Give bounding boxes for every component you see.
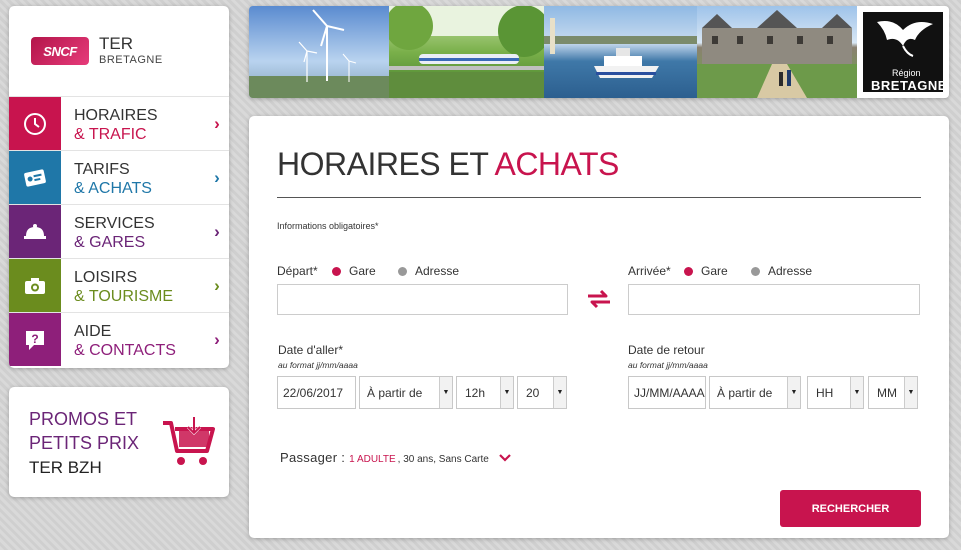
svg-text:?: ?: [31, 332, 38, 346]
return-date-hint: au format jj/mm/aaaa: [628, 360, 708, 370]
ermine-bird-icon: [877, 21, 933, 57]
field-value: 22/06/2017: [283, 385, 344, 400]
dropdown-arrow-icon: ▼: [439, 377, 452, 408]
radio-selected-icon: [684, 266, 693, 276]
outbound-mode-select[interactable]: À partir de ▼: [359, 376, 453, 409]
chevron-right-icon: ›: [214, 221, 220, 241]
return-hour-select[interactable]: HH ▼: [807, 376, 864, 409]
nav-item-tarifs-achats[interactable]: TARIFS & ACHATS ›: [9, 150, 229, 204]
nav-label-line1: HORAIRES: [74, 107, 158, 124]
nav-label-line2: & CONTACTS: [74, 342, 176, 359]
radio-label: Adresse: [415, 264, 460, 278]
region-logo-big-text: BRETAGNE: [871, 78, 947, 93]
radio-unselected-icon: [398, 266, 407, 276]
nav-item-services-gares[interactable]: SERVICES & GARES ›: [9, 204, 229, 258]
passenger-count: 1 ADULTE: [349, 454, 396, 465]
promo-card[interactable]: PROMOS ET PETITS PRIX TER BZH: [9, 387, 229, 497]
field-value: MM: [877, 385, 897, 400]
return-mode-select[interactable]: À partir de ▼: [709, 376, 801, 409]
departure-label: Départ*: [277, 264, 318, 278]
page-title: HORAIRES ET ACHATS: [277, 146, 619, 183]
nav-label-line2: & GARES: [74, 234, 146, 251]
departure-input[interactable]: [277, 284, 568, 315]
dropdown-arrow-icon: ▼: [553, 377, 566, 408]
arrival-label: Arrivée*: [628, 264, 671, 278]
title-divider: [277, 197, 921, 198]
ticket-icon: [9, 151, 61, 204]
field-value: JJ/MM/AAAA: [634, 385, 705, 400]
nav-label-line2: & ACHATS: [74, 180, 152, 197]
return-minute-select[interactable]: MM ▼: [868, 376, 918, 409]
search-form-card: HORAIRES ET ACHATS Informations obligato…: [249, 116, 949, 538]
return-date-input[interactable]: JJ/MM/AAAA: [628, 376, 706, 409]
chevron-right-icon: ›: [214, 275, 220, 295]
page-title-accent: ACHATS: [494, 146, 619, 182]
passenger-label: Passager :: [280, 450, 346, 465]
outbound-date-input[interactable]: 22/06/2017: [277, 376, 356, 409]
dropdown-arrow-icon: ▼: [787, 377, 800, 408]
page-title-part1: HORAIRES ET: [277, 146, 488, 182]
arrival-adresse-radio[interactable]: Adresse: [751, 264, 812, 278]
nav-item-horaires-trafic[interactable]: HORAIRES & TRAFIC ›: [9, 96, 229, 150]
chevron-right-icon: ›: [214, 329, 220, 349]
nav-item-loisirs-tourisme[interactable]: LOISIRS & TOURISME ›: [9, 258, 229, 312]
dropdown-arrow-icon: ▼: [500, 377, 513, 408]
boat-photo: [544, 6, 697, 98]
return-date-label: Date de retour: [628, 343, 705, 357]
field-value: À partir de: [367, 385, 423, 400]
sncf-logo: SNCF: [31, 37, 89, 65]
field-value: 20: [526, 385, 540, 400]
field-value: 12h: [465, 385, 486, 400]
castle-photo: [697, 6, 857, 98]
outbound-minute-select[interactable]: 20 ▼: [517, 376, 567, 409]
region-logo-small-text: Région: [892, 68, 921, 78]
arrival-input[interactable]: [628, 284, 920, 315]
departure-adresse-radio[interactable]: Adresse: [398, 264, 459, 278]
nav-label-line1: SERVICES: [74, 215, 155, 232]
field-value: À partir de: [717, 385, 773, 400]
help-icon: ?: [9, 313, 61, 366]
nav-item-aide-contacts[interactable]: ? AIDE & CONTACTS ›: [9, 312, 229, 366]
chevron-right-icon: ›: [214, 113, 220, 133]
departure-gare-radio[interactable]: Gare: [332, 264, 376, 278]
camera-icon: [9, 259, 61, 312]
outbound-date-label: Date d'aller*: [278, 343, 343, 357]
nav-label-line1: AIDE: [74, 323, 112, 340]
field-value: HH: [816, 385, 834, 400]
nav-label-line2: & TRAFIC: [74, 126, 147, 143]
banner: Région BRETAGNE: [249, 6, 949, 98]
bell-icon: [9, 205, 61, 258]
nav-label-line1: TARIFS: [74, 161, 130, 178]
clock-icon: [9, 97, 61, 150]
train-photo: [389, 6, 544, 98]
nav-label-line2: & TOURISME: [74, 288, 173, 305]
radio-selected-icon: [332, 266, 341, 276]
region-bretagne-logo: Région BRETAGNE: [857, 6, 949, 98]
radio-label: Gare: [349, 264, 376, 278]
outbound-hour-select[interactable]: 12h ▼: [456, 376, 514, 409]
wind-turbines-photo: [249, 6, 389, 98]
search-button[interactable]: RECHERCHER: [780, 490, 921, 527]
sidebar-menu: SNCF TER BRETAGNE HORAIRES & TRAFIC › TAR…: [9, 6, 229, 368]
required-note: Informations obligatoires*: [277, 221, 379, 231]
nav-label-line1: LOISIRS: [74, 269, 138, 286]
passenger-details: , 30 ans, Sans Carte: [397, 454, 489, 465]
chevron-down-icon[interactable]: [499, 450, 511, 465]
swap-stations-icon[interactable]: [586, 289, 612, 314]
radio-label: Adresse: [768, 264, 813, 278]
outbound-date-hint: au format jj/mm/aaaa: [278, 360, 358, 370]
chevron-right-icon: ›: [214, 167, 220, 187]
brand-title: TER: [99, 34, 133, 53]
passenger-summary[interactable]: Passager : 1 ADULTE , 30 ans, Sans Carte: [280, 450, 511, 465]
dropdown-arrow-icon: ▼: [904, 377, 917, 408]
cart-icon: [161, 417, 217, 476]
arrival-gare-radio[interactable]: Gare: [684, 264, 728, 278]
radio-label: Gare: [701, 264, 728, 278]
brand-subtitle: BRETAGNE: [99, 54, 163, 66]
dropdown-arrow-icon: ▼: [850, 377, 863, 408]
brand-header[interactable]: SNCF TER BRETAGNE: [9, 6, 229, 96]
radio-unselected-icon: [751, 266, 760, 276]
